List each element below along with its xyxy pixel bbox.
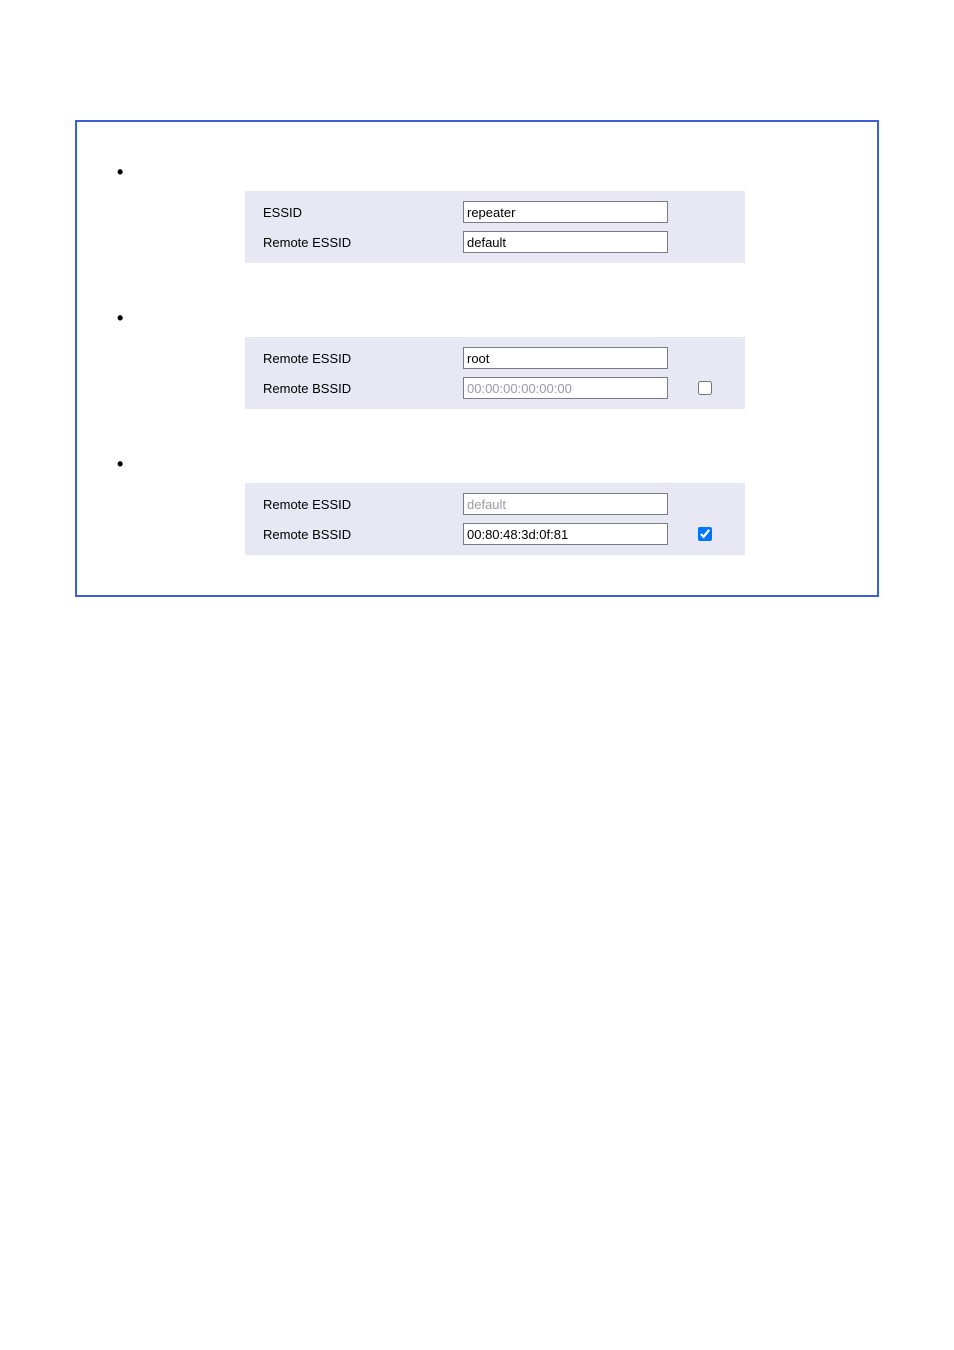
field-table: ESSID Remote ESSID bbox=[245, 191, 745, 263]
section-bullet bbox=[97, 308, 817, 329]
remote-bssid-label: Remote BSSID bbox=[263, 381, 463, 396]
essid-label: ESSID bbox=[263, 205, 463, 220]
section-bullet bbox=[97, 454, 817, 475]
field-control bbox=[463, 201, 737, 223]
field-row: ESSID bbox=[263, 197, 737, 227]
field-control bbox=[463, 523, 737, 545]
essid-input[interactable] bbox=[463, 201, 668, 223]
remote-bssid-checkbox[interactable] bbox=[698, 527, 712, 541]
field-control bbox=[463, 377, 737, 399]
field-row: Remote ESSID bbox=[263, 343, 737, 373]
section-3: Remote ESSID Remote BSSID bbox=[97, 454, 817, 555]
remote-essid-input[interactable] bbox=[463, 231, 668, 253]
remote-essid-input[interactable] bbox=[463, 493, 668, 515]
remote-bssid-label: Remote BSSID bbox=[263, 527, 463, 542]
field-row: Remote ESSID bbox=[263, 489, 737, 519]
remote-essid-input[interactable] bbox=[463, 347, 668, 369]
field-table: Remote ESSID Remote BSSID bbox=[245, 483, 745, 555]
section-1: ESSID Remote ESSID bbox=[97, 162, 817, 263]
field-row: Remote BSSID bbox=[263, 373, 737, 403]
field-control bbox=[463, 347, 737, 369]
remote-essid-label: Remote ESSID bbox=[263, 235, 463, 250]
remote-essid-label: Remote ESSID bbox=[263, 351, 463, 366]
config-panel: ESSID Remote ESSID Remote ESSID bbox=[75, 120, 879, 597]
remote-bssid-input[interactable] bbox=[463, 377, 668, 399]
remote-bssid-input[interactable] bbox=[463, 523, 668, 545]
remote-bssid-checkbox[interactable] bbox=[698, 381, 712, 395]
remote-essid-label: Remote ESSID bbox=[263, 497, 463, 512]
field-row: Remote ESSID bbox=[263, 227, 737, 257]
field-row: Remote BSSID bbox=[263, 519, 737, 549]
section-bullet bbox=[97, 162, 817, 183]
field-control bbox=[463, 493, 737, 515]
section-2: Remote ESSID Remote BSSID bbox=[97, 308, 817, 409]
field-control bbox=[463, 231, 737, 253]
field-table: Remote ESSID Remote BSSID bbox=[245, 337, 745, 409]
